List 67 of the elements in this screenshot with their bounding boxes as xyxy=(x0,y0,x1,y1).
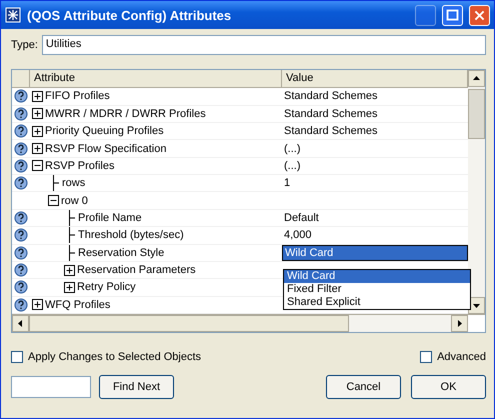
maximize-button[interactable] xyxy=(442,4,463,26)
attribute-value[interactable]: Wild Card xyxy=(282,244,468,261)
help-icon[interactable] xyxy=(14,124,28,138)
checkbox[interactable] xyxy=(11,351,23,363)
scrollbar-thumb[interactable] xyxy=(468,89,485,139)
expand-icon[interactable] xyxy=(32,126,43,137)
checkbox[interactable] xyxy=(420,351,432,363)
help-icon[interactable] xyxy=(14,158,28,173)
attribute-name: RSVP Profiles xyxy=(45,160,114,172)
attribute-value[interactable]: Standard Schemes xyxy=(282,88,468,104)
search-field[interactable] xyxy=(11,376,91,398)
attribute-value[interactable]: 4,000 xyxy=(282,227,468,244)
expand-icon[interactable] xyxy=(32,90,43,102)
window-title: (QOS Attribute Config) Attributes xyxy=(27,8,232,22)
collapse-icon[interactable] xyxy=(48,195,59,206)
attribute-name: Reservation Parameters xyxy=(77,264,196,276)
help-icon[interactable] xyxy=(14,246,28,260)
help-icon[interactable] xyxy=(14,228,28,242)
attribute-name: Profile Name xyxy=(78,212,142,224)
cancel-button[interactable]: Cancel xyxy=(326,375,401,399)
attribute-value[interactable]: Standard Schemes xyxy=(282,106,468,122)
attribute-name: Reservation Style xyxy=(78,246,164,259)
column-header[interactable]: Attribute xyxy=(30,70,282,88)
attribute-name: Retry Policy xyxy=(77,281,136,294)
attribute-name: rows xyxy=(62,177,86,190)
scrollbar-thumb[interactable] xyxy=(29,315,349,332)
attribute-name: row 0 xyxy=(61,194,88,207)
search-button[interactable]: Find Next xyxy=(99,375,174,399)
help-icon[interactable] xyxy=(14,176,28,190)
checkbox-label: Apply Changes to Selected Objects xyxy=(28,351,202,363)
expand-icon[interactable] xyxy=(64,282,75,293)
close-button[interactable] xyxy=(469,4,490,26)
help-icon[interactable] xyxy=(14,263,28,278)
expand-icon[interactable] xyxy=(32,108,43,120)
help-icon[interactable] xyxy=(14,298,28,312)
help-icon[interactable] xyxy=(14,89,28,104)
expand-icon[interactable] xyxy=(32,143,43,154)
dropdown-option[interactable]: Fixed Filter xyxy=(284,283,470,296)
scroll-up-button[interactable] xyxy=(468,70,485,87)
attribute-name: WFQ Profiles xyxy=(45,298,110,311)
attribute-name: FIFO Profiles xyxy=(45,90,110,102)
attribute-name: RSVP Flow Specification xyxy=(45,142,166,155)
type-field[interactable]: Utilities xyxy=(42,35,486,55)
attribute-value[interactable]: Standard Schemes xyxy=(282,123,468,140)
attribute-value[interactable]: (...) xyxy=(282,140,468,157)
expand-icon[interactable] xyxy=(32,299,43,310)
attribute-value[interactable]: Default xyxy=(282,210,468,226)
attribute-value[interactable]: 1 xyxy=(282,175,468,192)
collapse-icon[interactable] xyxy=(32,160,43,172)
ok-button[interactable]: OK xyxy=(411,375,486,399)
help-icon[interactable] xyxy=(14,210,28,225)
attribute-name: Priority Queuing Profiles xyxy=(45,125,164,138)
help-icon[interactable] xyxy=(14,142,28,156)
scroll-right-button[interactable] xyxy=(451,315,468,332)
help-icon[interactable] xyxy=(14,280,28,294)
attribute-name: Threshold (bytes/sec) xyxy=(78,229,184,242)
checkbox-label: Advanced xyxy=(437,351,486,363)
dropdown-option[interactable]: Shared Explicit xyxy=(284,296,470,309)
minimize-button[interactable] xyxy=(415,4,436,26)
expand-icon[interactable] xyxy=(64,264,75,276)
type-label: Type: xyxy=(11,39,38,51)
attribute-name: MWRR / MDRR / DWRR Profiles xyxy=(45,108,206,120)
help-icon[interactable] xyxy=(14,106,28,121)
app-icon xyxy=(5,7,21,23)
dropdown-option[interactable]: Wild Card xyxy=(284,270,470,283)
scroll-left-button[interactable] xyxy=(12,315,29,332)
attribute-value[interactable]: (...) xyxy=(282,158,468,174)
